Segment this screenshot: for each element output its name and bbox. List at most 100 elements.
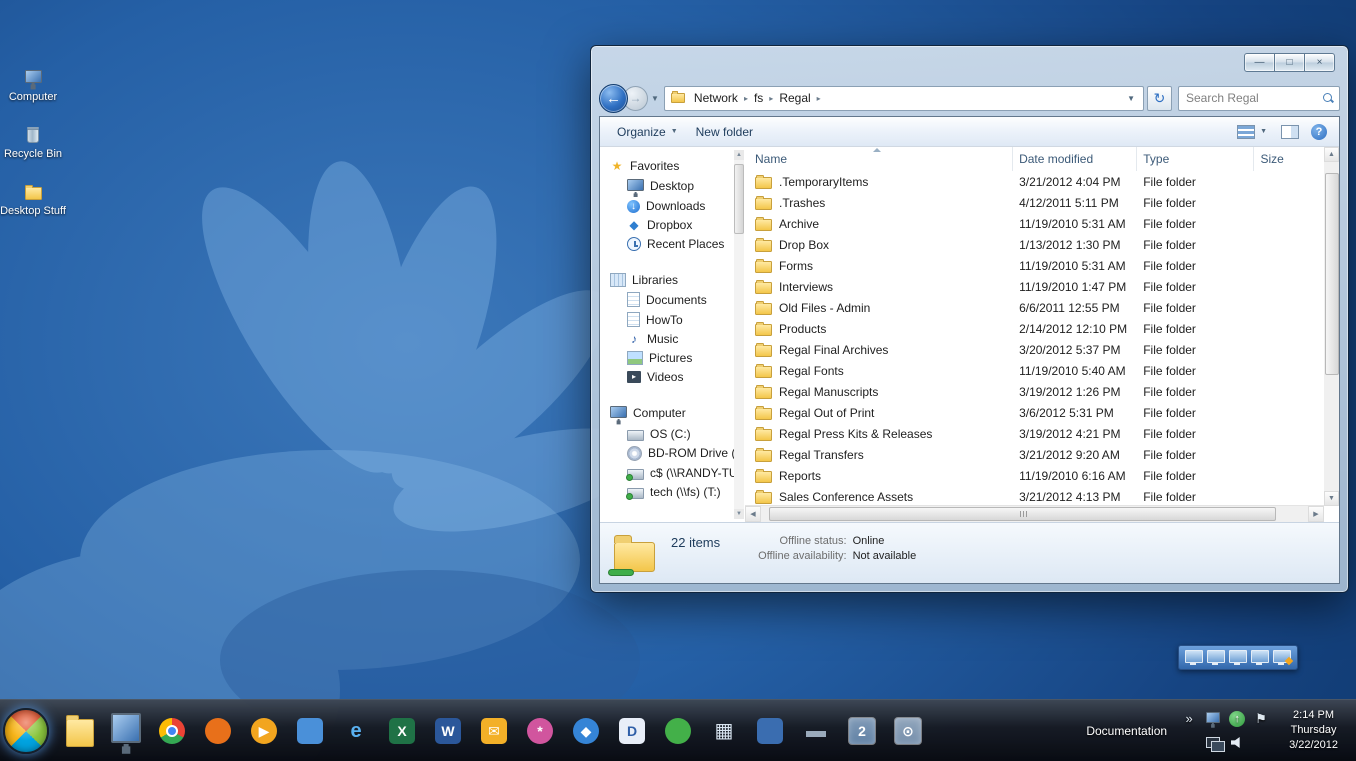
address-bar[interactable]: Network ▸ fs ▸ Regal ▸ ▼	[664, 86, 1144, 111]
file-row[interactable]: Old Files - Admin 6/6/2011 12:55 PM File…	[745, 297, 1324, 318]
horizontal-scrollbar[interactable]: ◀ ▶	[745, 505, 1324, 522]
excel-icon[interactable]: X	[387, 715, 417, 747]
file-row[interactable]: Products 2/14/2012 12:10 PM File folder	[745, 318, 1324, 339]
minimized-app-icon[interactable]: ▬	[801, 715, 831, 747]
monitor-button-4[interactable]	[1251, 650, 1269, 663]
computer-header[interactable]: Computer	[600, 404, 745, 425]
scroll-left-icon[interactable]: ◀	[745, 506, 761, 522]
help-button[interactable]: ?	[1311, 124, 1327, 140]
tray-update-icon[interactable]: ↑	[1229, 711, 1245, 727]
sidebar-item[interactable]: BD-ROM Drive (	[600, 443, 745, 463]
monitor-button-1[interactable]	[1185, 650, 1203, 663]
volume-icon[interactable]	[1231, 737, 1244, 749]
display-settings-icon[interactable]	[111, 715, 141, 747]
scroll-down-icon[interactable]: ▼	[1324, 491, 1339, 506]
messenger-icon[interactable]	[295, 715, 325, 747]
file-row[interactable]: Forms 11/19/2010 5:31 AM File folder	[745, 255, 1324, 276]
minimize-button[interactable]: —	[1244, 53, 1275, 72]
sidebar-item[interactable]: ◆ Dropbox	[600, 216, 745, 235]
blue-app-icon[interactable]	[755, 715, 785, 747]
maximize-button[interactable]: □	[1274, 53, 1305, 72]
favorites-header[interactable]: ★ Favorites	[600, 157, 745, 176]
horizontal-scrollbar-thumb[interactable]	[769, 507, 1276, 521]
change-view-button[interactable]: ▼	[1235, 122, 1269, 142]
sidebar-item[interactable]: ♪ Music	[600, 330, 745, 349]
refresh-button[interactable]: ↻	[1147, 86, 1172, 111]
sidebar-item[interactable]: ↓ Downloads	[600, 197, 745, 216]
column-header-date-modified[interactable]: Date modified	[1013, 147, 1137, 171]
file-row[interactable]: Regal Final Archives 3/20/2012 5:37 PM F…	[745, 339, 1324, 360]
scroll-up-icon[interactable]: ▲	[734, 150, 744, 160]
sidebar-scrollbar[interactable]: ▲ ▼	[734, 150, 744, 519]
d-app-icon[interactable]: D	[617, 715, 647, 747]
file-row[interactable]: Regal Fonts 11/19/2010 5:40 AM File fold…	[745, 360, 1324, 381]
column-header-size[interactable]: Size	[1254, 147, 1324, 171]
sidebar-item[interactable]: OS (C:)	[600, 424, 745, 443]
documentation-toolbar-label[interactable]: Documentation	[1086, 724, 1167, 738]
file-row[interactable]: .Trashes 4/12/2011 5:11 PM File folder	[745, 192, 1324, 213]
sidebar-item[interactable]: Recent Places	[600, 235, 745, 254]
clock-app-icon[interactable]: ⊙	[893, 715, 923, 747]
sidebar-item[interactable]: tech (\\fs) (T:)	[600, 482, 745, 501]
scroll-right-icon[interactable]: ▶	[1308, 506, 1324, 522]
safari-icon[interactable]: ◆	[571, 715, 601, 747]
breadcrumb-segment[interactable]: Network	[689, 90, 743, 106]
desktop-icon[interactable]: Computer	[0, 70, 72, 103]
desktop-icon[interactable]: Desktop Stuff	[0, 184, 72, 217]
file-row[interactable]: Regal Press Kits & Releases 3/19/2012 4:…	[745, 423, 1324, 444]
sidebar-item[interactable]: c$ (\\RANDY-TU	[600, 463, 745, 482]
scroll-down-icon[interactable]: ▼	[734, 509, 744, 519]
close-button[interactable]: ×	[1304, 53, 1335, 72]
breadcrumb-separator-icon[interactable]: ▸	[816, 94, 822, 103]
address-dropdown-icon[interactable]: ▼	[1123, 94, 1139, 103]
chrome-icon[interactable]	[157, 715, 187, 747]
firefox-icon[interactable]	[203, 715, 233, 747]
vertical-scrollbar-thumb[interactable]	[1325, 173, 1339, 375]
back-button[interactable]: ←	[599, 84, 628, 113]
sidebar-item[interactable]: Desktop	[600, 176, 745, 197]
new-folder-button[interactable]: New folder	[687, 122, 762, 142]
monitor-button-5-edit[interactable]	[1273, 650, 1291, 663]
sidebar-item[interactable]: Documents	[600, 290, 745, 310]
vertical-scrollbar[interactable]: ▲ ▼	[1324, 147, 1339, 506]
flower-app-icon[interactable]: *	[525, 715, 555, 747]
history-dropdown-icon[interactable]: ▼	[648, 94, 664, 103]
mail-icon[interactable]: ✉	[479, 715, 509, 747]
internet-explorer-icon[interactable]: e	[341, 715, 371, 747]
scroll-up-icon[interactable]: ▲	[1324, 147, 1339, 162]
action-center-flag-icon[interactable]: ⚑	[1255, 711, 1267, 727]
tray-dual-monitor-icon[interactable]	[1206, 737, 1220, 748]
breadcrumb-segment[interactable]: Regal	[774, 90, 815, 106]
explorer-icon[interactable]	[65, 715, 95, 747]
organize-button[interactable]: Organize ▼	[608, 122, 687, 142]
checkered-app-icon[interactable]: ▦	[709, 715, 739, 747]
media-player-icon[interactable]: ▶	[249, 715, 279, 747]
column-header-type[interactable]: Type	[1137, 147, 1254, 171]
search-box[interactable]	[1178, 86, 1340, 111]
sidebar-item[interactable]: Pictures	[600, 349, 745, 368]
file-row[interactable]: Regal Manuscripts 3/19/2012 1:26 PM File…	[745, 381, 1324, 402]
start-button[interactable]	[3, 708, 49, 754]
file-row[interactable]: Reports 11/19/2010 6:16 AM File folder	[745, 465, 1324, 486]
search-input[interactable]	[1184, 90, 1322, 106]
file-row[interactable]: Sales Conference Assets 3/21/2012 4:13 P…	[745, 486, 1324, 505]
breadcrumb-segment[interactable]: fs	[749, 90, 768, 106]
desktop-icon[interactable]: Recycle Bin	[0, 127, 72, 161]
sidebar-item[interactable]: HowTo	[600, 310, 745, 330]
file-row[interactable]: .TemporaryItems 3/21/2012 4:04 PM File f…	[745, 171, 1324, 192]
green-orb-icon[interactable]	[663, 715, 693, 747]
sidebar-item[interactable]: ▸ Videos	[600, 368, 745, 387]
monitor-button-3[interactable]	[1229, 650, 1247, 663]
file-row[interactable]: Drop Box 1/13/2012 1:30 PM File folder	[745, 234, 1324, 255]
file-row[interactable]: Interviews 11/19/2010 1:47 PM File folde…	[745, 276, 1324, 297]
tray-display-icon[interactable]	[1206, 712, 1220, 722]
file-row[interactable]: Regal Out of Print 3/6/2012 5:31 PM File…	[745, 402, 1324, 423]
app-2-icon[interactable]: 2	[847, 715, 877, 747]
word-icon[interactable]: W	[433, 715, 463, 747]
taskbar-overflow-chevron-icon[interactable]: »	[1185, 711, 1192, 726]
sidebar-scrollbar-thumb[interactable]	[734, 164, 744, 234]
monitor-button-2[interactable]	[1207, 650, 1225, 663]
libraries-header[interactable]: Libraries	[600, 271, 745, 290]
preview-pane-button[interactable]	[1281, 125, 1299, 139]
file-row[interactable]: Archive 11/19/2010 5:31 AM File folder	[745, 213, 1324, 234]
